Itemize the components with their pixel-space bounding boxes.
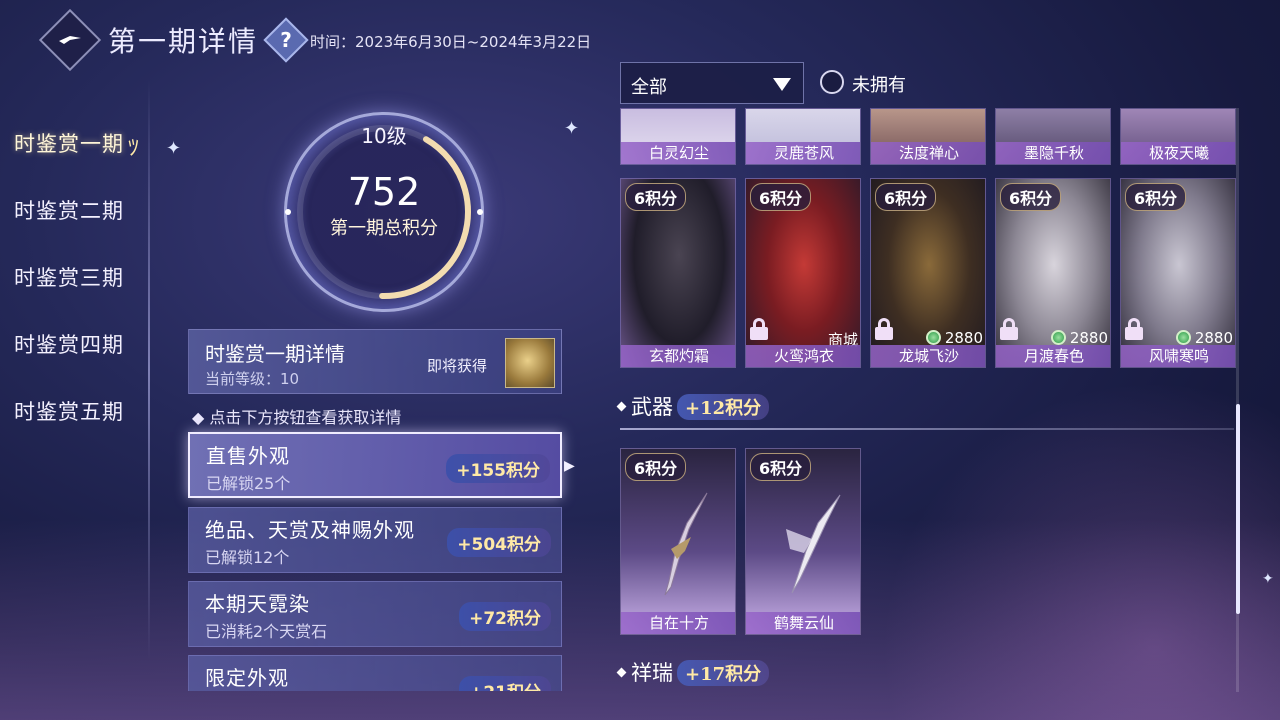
outfit-name: 白灵幻尘 bbox=[621, 142, 735, 164]
level-ring: 10级 752 第一期总积分 bbox=[284, 112, 494, 312]
points-badge: 6积分 bbox=[1000, 183, 1062, 211]
category-points: +155积分 bbox=[446, 454, 550, 483]
outfit-card[interactable]: 白灵幻尘 bbox=[620, 108, 736, 165]
category-list-clip: 限定外观 +21积分 bbox=[188, 655, 562, 691]
points-badge: 6积分 bbox=[1125, 183, 1187, 211]
outfit-name: 龙城飞沙 bbox=[871, 345, 985, 367]
points-badge: 6积分 bbox=[750, 453, 812, 481]
outfit-card[interactable]: 6积分 商城 火鸾鸿衣 bbox=[745, 178, 861, 368]
outfit-name: 玄都灼霜 bbox=[621, 345, 735, 367]
category-limited[interactable]: 限定外观 +21积分 bbox=[188, 655, 562, 691]
not-owned-label[interactable]: 未拥有 bbox=[852, 71, 906, 97]
hint-text: ◆ 点击下方按钮查看获取详情 bbox=[192, 408, 402, 427]
nav-item-period-1[interactable]: 时鉴赏一期 bbox=[14, 128, 124, 195]
outfit-name: 墨隐千秋 bbox=[996, 142, 1110, 164]
help-button[interactable]: ? bbox=[263, 17, 309, 63]
back-button[interactable] bbox=[38, 8, 102, 72]
event-time: 时间：2023年6月30日~2024年3月22日 bbox=[310, 33, 592, 51]
weapon-name: 鹤舞云仙 bbox=[746, 612, 860, 634]
current-level: 当前等级：10 bbox=[205, 370, 300, 388]
scrollbar-thumb[interactable] bbox=[1236, 404, 1240, 614]
nav-item-period-5[interactable]: 时鉴赏五期 bbox=[14, 396, 124, 463]
lock-icon bbox=[1125, 318, 1143, 340]
jade-coin-icon bbox=[1050, 330, 1066, 345]
outfit-card[interactable]: 6积分 2880 龙城飞沙 bbox=[870, 178, 986, 368]
category-premium[interactable]: 绝品、天赏及神赐外观 已解锁12个 +504积分 bbox=[188, 507, 562, 573]
not-owned-radio[interactable] bbox=[820, 70, 844, 94]
outfit-card[interactable]: 墨隐千秋 bbox=[995, 108, 1111, 165]
upcoming-reward-label: 即将获得 bbox=[427, 357, 488, 375]
category-direct-sale[interactable]: 直售外观 已解锁25个 +155积分 bbox=[188, 432, 562, 498]
section-title: 武器 bbox=[631, 395, 673, 419]
outfit-card[interactable]: 6积分 玄都灼霜 bbox=[620, 178, 736, 368]
nav-item-period-4[interactable]: 时鉴赏四期 bbox=[14, 329, 124, 396]
category-name: 直售外观 bbox=[206, 444, 290, 468]
active-indicator-icon: ﾂ bbox=[128, 136, 140, 161]
outfit-name: 火鸾鸿衣 bbox=[746, 345, 860, 367]
category-sub: 已解锁12个 bbox=[205, 548, 290, 567]
lock-icon bbox=[875, 318, 893, 340]
lock-icon bbox=[750, 318, 768, 340]
outfit-name: 风啸寒鸣 bbox=[1121, 345, 1235, 367]
outfit-card[interactable]: 法度禅心 bbox=[870, 108, 986, 165]
section-weapons: 武器 +12积分 bbox=[616, 391, 770, 421]
nav-item-period-2[interactable]: 时鉴赏二期 bbox=[14, 195, 124, 262]
points-badge: 6积分 bbox=[625, 453, 687, 481]
outfit-name: 灵鹿苍风 bbox=[746, 142, 860, 164]
section-divider bbox=[620, 428, 1234, 430]
nav-item-period-3[interactable]: 时鉴赏三期 bbox=[14, 262, 124, 329]
outfit-card[interactable]: 6积分 2880 月渡春色 bbox=[995, 178, 1111, 368]
reward-thumbnail[interactable] bbox=[505, 338, 555, 388]
weapon-card[interactable]: 6积分 自在十方 bbox=[620, 448, 736, 635]
jade-coin-icon bbox=[1175, 330, 1191, 345]
points-badge: 6积分 bbox=[875, 183, 937, 211]
total-score: 752 bbox=[347, 170, 421, 214]
question-icon: ? bbox=[280, 28, 292, 52]
outfit-name: 法度禅心 bbox=[871, 142, 985, 164]
period-detail-card[interactable]: 时鉴赏一期详情 当前等级：10 即将获得 bbox=[188, 329, 562, 394]
filter-dropdown[interactable]: 全部 bbox=[620, 62, 804, 104]
detail-title: 时鉴赏一期详情 bbox=[205, 342, 345, 366]
selected-arrow-icon: ▶ bbox=[564, 458, 575, 474]
level-value: 10级 bbox=[361, 124, 407, 148]
section-xiangrui: 祥瑞 +17积分 bbox=[616, 657, 770, 687]
section-title: 祥瑞 bbox=[631, 661, 673, 685]
outfit-card[interactable]: 灵鹿苍风 bbox=[745, 108, 861, 165]
total-score-label: 第一期总积分 bbox=[330, 218, 438, 239]
outfit-card[interactable]: 6积分 2880 风啸寒鸣 bbox=[1120, 178, 1236, 368]
lock-icon bbox=[1000, 318, 1018, 340]
chevron-down-icon bbox=[773, 78, 791, 91]
outfit-name: 月渡春色 bbox=[996, 345, 1110, 367]
weapon-name: 自在十方 bbox=[621, 612, 735, 634]
sparkle-icon: ✦ bbox=[564, 118, 580, 139]
category-points: +504积分 bbox=[447, 528, 551, 557]
section-points: +12积分 bbox=[677, 394, 770, 420]
sparkle-icon: ✦ bbox=[1262, 571, 1274, 587]
category-points: +21积分 bbox=[459, 676, 551, 691]
weapon-blade-icon bbox=[786, 494, 841, 594]
weapon-sword-icon bbox=[664, 492, 708, 596]
points-badge: 6积分 bbox=[750, 183, 812, 211]
category-name: 本期天霓染 bbox=[205, 592, 310, 616]
category-sub: 已消耗2个天赏石 bbox=[205, 622, 328, 641]
section-points: +17积分 bbox=[677, 660, 770, 686]
period-nav: 时鉴赏一期 时鉴赏二期 时鉴赏三期 时鉴赏四期 时鉴赏五期 bbox=[14, 128, 124, 463]
outfit-card[interactable]: 极夜天曦 bbox=[1120, 108, 1236, 165]
points-badge: 6积分 bbox=[625, 183, 687, 211]
jade-coin-icon bbox=[925, 330, 941, 345]
category-name: 限定外观 bbox=[205, 666, 289, 690]
category-name: 绝品、天赏及神赐外观 bbox=[205, 518, 415, 542]
category-sub: 已解锁25个 bbox=[206, 474, 291, 493]
side-divider bbox=[148, 80, 150, 660]
category-points: +72积分 bbox=[459, 602, 551, 631]
back-arrow-icon bbox=[59, 36, 81, 44]
sparkle-icon: ✦ bbox=[166, 138, 182, 159]
filter-selected: 全部 bbox=[631, 77, 667, 98]
page-title: 第一期详情 bbox=[108, 25, 259, 58]
diamond-bullet-icon bbox=[616, 667, 627, 678]
outfit-name: 极夜天曦 bbox=[1121, 142, 1235, 164]
category-dye[interactable]: 本期天霓染 已消耗2个天赏石 +72积分 bbox=[188, 581, 562, 647]
weapon-card[interactable]: 6积分 鹤舞云仙 bbox=[745, 448, 861, 635]
diamond-bullet-icon bbox=[616, 401, 627, 412]
